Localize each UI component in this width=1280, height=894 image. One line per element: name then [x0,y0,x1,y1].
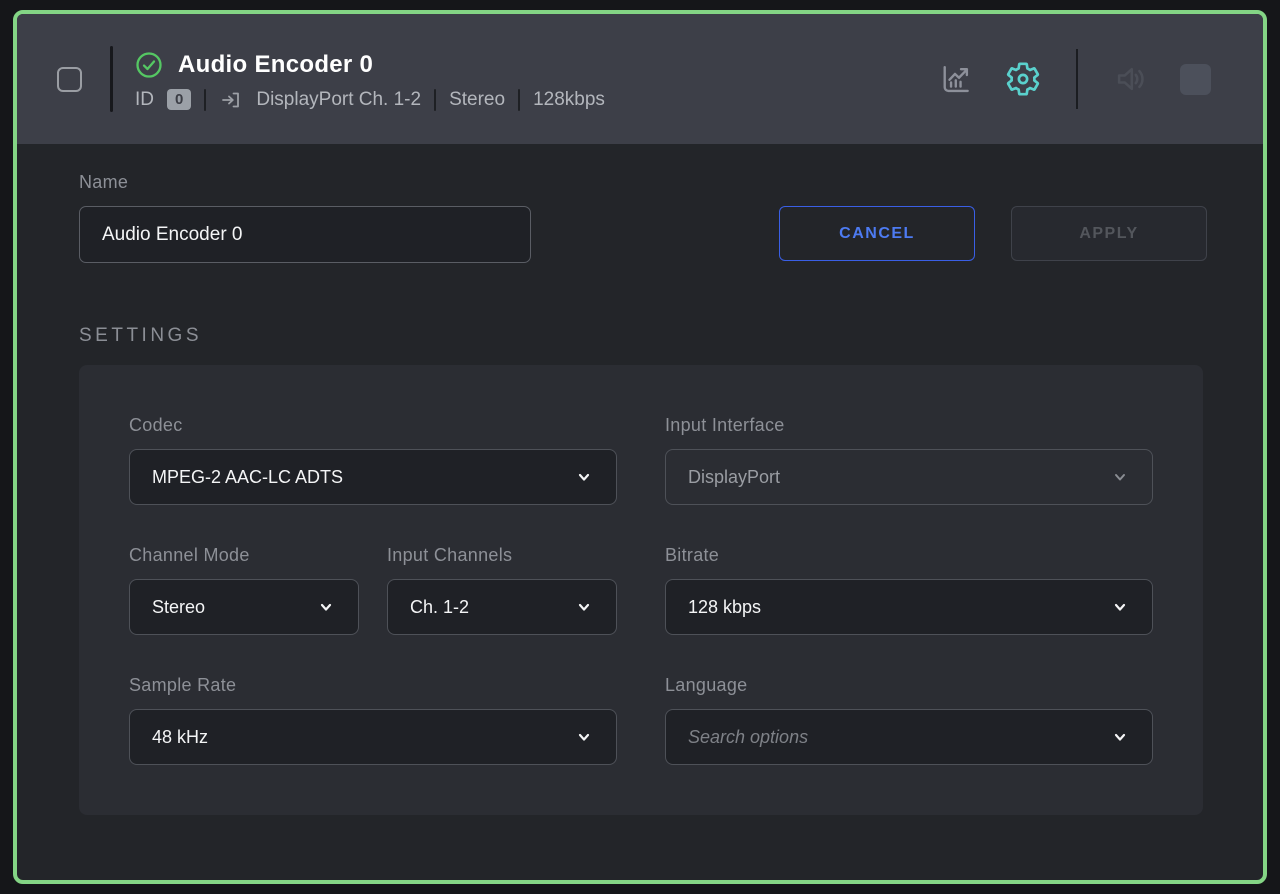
channel-row: Channel Mode Stereo Input Channels Ch. 1… [129,545,617,635]
channel-mode-field: Channel Mode Stereo [129,545,359,635]
input-interface-select: DisplayPort [665,449,1153,505]
chevron-down-icon [1110,597,1130,617]
sample-rate-select[interactable]: 48 kHz [129,709,617,765]
chevron-down-icon [574,467,594,487]
input-source-text: DisplayPort Ch. 1-2 [256,89,421,111]
input-interface-field: Input Interface DisplayPort [665,415,1153,505]
name-label: Name [79,172,531,193]
input-channels-field: Input Channels Ch. 1-2 [387,545,617,635]
codec-select[interactable]: MPEG-2 AAC-LC ADTS [129,449,617,505]
channel-mode-label: Channel Mode [129,545,359,566]
codec-field: Codec MPEG-2 AAC-LC ADTS [129,415,617,505]
header-actions-divider [1076,49,1078,109]
header-left: Audio Encoder 0 ID 0 DisplayPort Ch. 1-2 [57,46,605,112]
chevron-down-icon [1110,467,1130,487]
name-group: Name [79,172,531,263]
language-select[interactable]: Search options [665,709,1153,765]
subtitle-separator [204,89,206,111]
settings-section-title: SETTINGS [79,325,1207,347]
encoder-header: Audio Encoder 0 ID 0 DisplayPort Ch. 1-2 [17,14,1263,144]
stop-square[interactable] [1180,64,1211,95]
id-badge: 0 [167,89,191,110]
apply-button[interactable]: APPLY [1011,206,1207,261]
header-divider [110,46,113,112]
subtitle-separator [518,89,520,111]
input-channels-label: Input Channels [387,545,617,566]
chevron-down-icon [574,597,594,617]
name-input[interactable] [79,206,531,263]
gear-icon[interactable] [1004,60,1042,98]
encoder-select-checkbox[interactable] [57,67,82,92]
bitrate-text: 128kbps [533,89,605,111]
settings-card: Codec MPEG-2 AAC-LC ADTS Input Interface… [79,365,1203,815]
bitrate-field: Bitrate 128 kbps [665,545,1153,635]
id-label: ID [135,89,154,111]
bitrate-label: Bitrate [665,545,1153,566]
bitrate-select[interactable]: 128 kbps [665,579,1153,635]
input-interface-label: Input Interface [665,415,1153,436]
language-label: Language [665,675,1153,696]
encoder-title: Audio Encoder 0 [178,51,373,79]
channel-mode-text: Stereo [449,89,505,111]
encoder-subtitle: ID 0 DisplayPort Ch. 1-2 Stereo 12 [135,88,605,112]
encoder-settings-body: Name CANCEL APPLY SETTINGS Codec MPEG-2 … [17,144,1263,880]
chevron-down-icon [574,727,594,747]
status-check-circle-icon [135,51,163,79]
stats-chart-icon[interactable] [936,60,974,98]
codec-label: Codec [129,415,617,436]
chevron-down-icon [316,597,336,617]
header-titles: Audio Encoder 0 ID 0 DisplayPort Ch. 1-2 [135,47,605,112]
chevron-down-icon [1110,727,1130,747]
language-placeholder: Search options [688,727,808,748]
form-buttons: CANCEL APPLY [779,206,1207,261]
channel-mode-select[interactable]: Stereo [129,579,359,635]
input-arrow-icon [219,88,243,112]
audio-encoder-panel: Audio Encoder 0 ID 0 DisplayPort Ch. 1-2 [13,10,1267,884]
sample-rate-label: Sample Rate [129,675,617,696]
header-actions [936,49,1211,109]
language-field: Language Search options [665,675,1153,765]
subtitle-separator [434,89,436,111]
sample-rate-field: Sample Rate 48 kHz [129,675,617,765]
input-channels-select[interactable]: Ch. 1-2 [387,579,617,635]
speaker-icon[interactable] [1112,60,1150,98]
cancel-button[interactable]: CANCEL [779,206,975,261]
